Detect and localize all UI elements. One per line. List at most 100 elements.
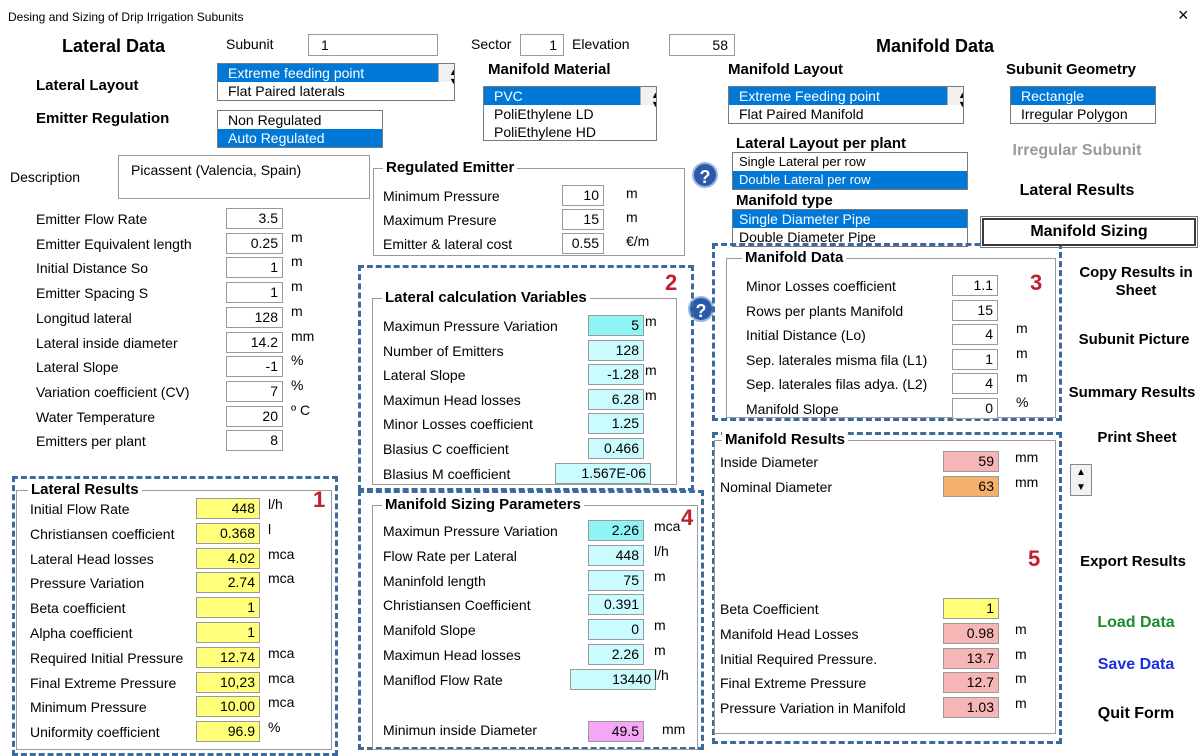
irregular-subunit-button[interactable]: Irregular Subunit xyxy=(992,140,1162,162)
field-unit: % xyxy=(291,352,304,369)
field-unit: mca xyxy=(268,669,295,686)
field-value[interactable]: 8 xyxy=(226,430,283,452)
emitter-regulation-option[interactable]: Non Regulated xyxy=(218,111,382,129)
list-scrollbar[interactable]: ▲▼ xyxy=(438,64,454,86)
field-value: 75 xyxy=(588,569,644,591)
print-sheet-button[interactable]: Print Sheet xyxy=(1080,428,1194,448)
lateral-calc-title: Lateral calculation Variables xyxy=(382,289,590,306)
field-label: Alpha coefficient xyxy=(30,625,133,641)
list-scrollbar[interactable]: ▲▼ xyxy=(640,87,656,109)
lateral-layout-per-plant-label: Lateral Layout per plant xyxy=(736,135,907,152)
manifold-material-option[interactable]: PVC xyxy=(484,87,656,105)
field-value: 1 xyxy=(943,598,999,619)
lateral-layout-option[interactable]: Flat Paired laterals xyxy=(218,82,454,100)
field-value: 0.98 xyxy=(943,622,999,644)
manifold-layout-option[interactable]: Flat Paired Manifold xyxy=(729,105,963,123)
help-icon[interactable]: ? xyxy=(692,162,718,188)
manifold-sizing-button[interactable]: Manifold Sizing xyxy=(980,216,1198,248)
export-results-button[interactable]: Export Results xyxy=(1080,542,1186,582)
subunit-input[interactable]: 1 xyxy=(308,34,438,56)
field-value[interactable]: 15 xyxy=(562,209,604,230)
field-value[interactable]: 4 xyxy=(952,373,998,394)
field-value[interactable]: 4 xyxy=(952,324,998,345)
manifold-type-list[interactable]: Single Diameter Pipe Double Diameter Pip… xyxy=(732,209,968,247)
field-value[interactable]: 128 xyxy=(226,306,283,328)
scroll-up-icon[interactable]: ▲ xyxy=(449,64,454,77)
field-value[interactable]: 7 xyxy=(226,380,283,402)
field-value[interactable]: 15 xyxy=(952,299,998,321)
field-unit: m xyxy=(654,617,666,634)
field-value: 12.74 xyxy=(196,646,260,668)
field-value[interactable]: 0.55 xyxy=(562,233,604,254)
field-value[interactable]: 1.1 xyxy=(952,275,998,296)
spin-down-icon[interactable]: ▼ xyxy=(1071,480,1091,495)
field-value[interactable]: -1 xyxy=(226,356,283,378)
field-unit: m xyxy=(645,362,657,379)
field-label: Lateral inside diameter xyxy=(36,334,178,351)
manifold-material-option[interactable]: PoliEthylene HD xyxy=(484,123,656,140)
lateral-layout-per-plant-list[interactable]: Single Lateral per row Double Lateral pe… xyxy=(732,152,968,190)
field-value[interactable]: 10 xyxy=(562,185,604,206)
description-input[interactable]: Picassent (Valencia, Spain) xyxy=(118,155,370,199)
scroll-up-icon[interactable]: ▲ xyxy=(651,87,656,100)
manifold-layout-option[interactable]: Extreme Feeding point xyxy=(729,87,963,105)
spin-button[interactable]: ▲ ▼ xyxy=(1070,464,1092,496)
lateral-results-button[interactable]: Lateral Results xyxy=(992,180,1162,202)
close-icon[interactable]: × xyxy=(1178,6,1189,24)
field-label: Maniflod Flow Rate xyxy=(383,671,503,688)
field-value: 0.391 xyxy=(588,594,644,616)
field-label: Emitter Flow Rate xyxy=(36,211,148,227)
field-label: Variation coefficient (CV) xyxy=(36,383,190,400)
lateral-results-title: Lateral Results xyxy=(28,481,142,498)
elevation-label: Elevation xyxy=(572,36,630,52)
save-data-button[interactable]: Save Data xyxy=(1076,654,1196,676)
lateral-layout-option[interactable]: Extreme feeding point xyxy=(218,64,454,82)
manifold-results-title: Manifold Results xyxy=(722,431,849,448)
field-unit: m xyxy=(626,209,638,225)
lateral-layout-per-plant-option[interactable]: Double Lateral per row xyxy=(733,171,967,189)
field-label: Sep. laterales filas adya. (L2) xyxy=(746,376,928,392)
lateral-layout-per-plant-option[interactable]: Single Lateral per row xyxy=(733,153,967,171)
scroll-down-icon[interactable]: ▼ xyxy=(651,96,656,109)
manifold-material-list[interactable]: PVC PoliEthylene LD PoliEthylene HD ▲▼ xyxy=(483,86,657,141)
elevation-input[interactable]: 58 xyxy=(669,34,735,56)
field-value[interactable]: 20 xyxy=(226,405,283,427)
field-label: Flow Rate per Lateral xyxy=(383,547,517,564)
field-label: Minimum Pressure xyxy=(383,188,500,204)
subunit-geometry-option[interactable]: Irregular Polygon xyxy=(1011,105,1155,123)
subunit-geometry-list[interactable]: Rectangle Irregular Polygon xyxy=(1010,86,1156,124)
field-label: Pressure Variation xyxy=(30,575,145,592)
field-value[interactable]: 14.2 xyxy=(226,331,283,353)
field-label: Required Initial Pressure xyxy=(30,649,184,666)
manifold-material-option[interactable]: PoliEthylene LD xyxy=(484,105,656,123)
scroll-down-icon[interactable]: ▼ xyxy=(449,73,454,86)
lateral-layout-list[interactable]: Extreme feeding point Flat Paired latera… xyxy=(217,63,455,101)
field-value[interactable]: 1 xyxy=(226,257,283,279)
section-number-3: 3 xyxy=(1030,270,1043,295)
emitter-regulation-option[interactable]: Auto Regulated xyxy=(218,129,382,147)
field-value: 2.74 xyxy=(196,572,260,594)
copy-results-button[interactable]: Copy Results in Sheet xyxy=(1076,262,1196,302)
manifold-type-option[interactable]: Single Diameter Pipe xyxy=(733,210,967,228)
field-value[interactable]: 0 xyxy=(952,397,998,419)
summary-results-button[interactable]: Summary Results xyxy=(1064,383,1200,403)
load-data-button[interactable]: Load Data xyxy=(1076,612,1196,634)
emitter-regulation-list[interactable]: Non Regulated Auto Regulated xyxy=(217,110,383,148)
field-label: Manifold Slope xyxy=(383,622,476,639)
scroll-up-icon[interactable]: ▲ xyxy=(958,87,963,100)
subunit-geometry-option[interactable]: Rectangle xyxy=(1011,87,1155,105)
spin-up-icon[interactable]: ▲ xyxy=(1071,465,1091,480)
field-value[interactable]: 3.5 xyxy=(226,208,283,229)
field-unit: mca xyxy=(654,518,681,534)
list-scrollbar[interactable]: ▲▼ xyxy=(947,87,963,109)
field-label: Minimum Pressure xyxy=(30,699,147,716)
sector-input[interactable]: 1 xyxy=(520,34,564,56)
field-value[interactable]: 0.25 xyxy=(226,232,283,254)
quit-form-button[interactable]: Quit Form xyxy=(1076,703,1196,725)
subunit-picture-button[interactable]: Subunit Picture xyxy=(1070,330,1198,350)
manifold-layout-list[interactable]: Extreme Feeding point Flat Paired Manifo… xyxy=(728,86,964,124)
field-value[interactable]: 1 xyxy=(226,282,283,304)
field-value[interactable]: 1 xyxy=(952,348,998,370)
field-label: Longitud lateral xyxy=(36,309,132,326)
scroll-down-icon[interactable]: ▼ xyxy=(958,96,963,109)
